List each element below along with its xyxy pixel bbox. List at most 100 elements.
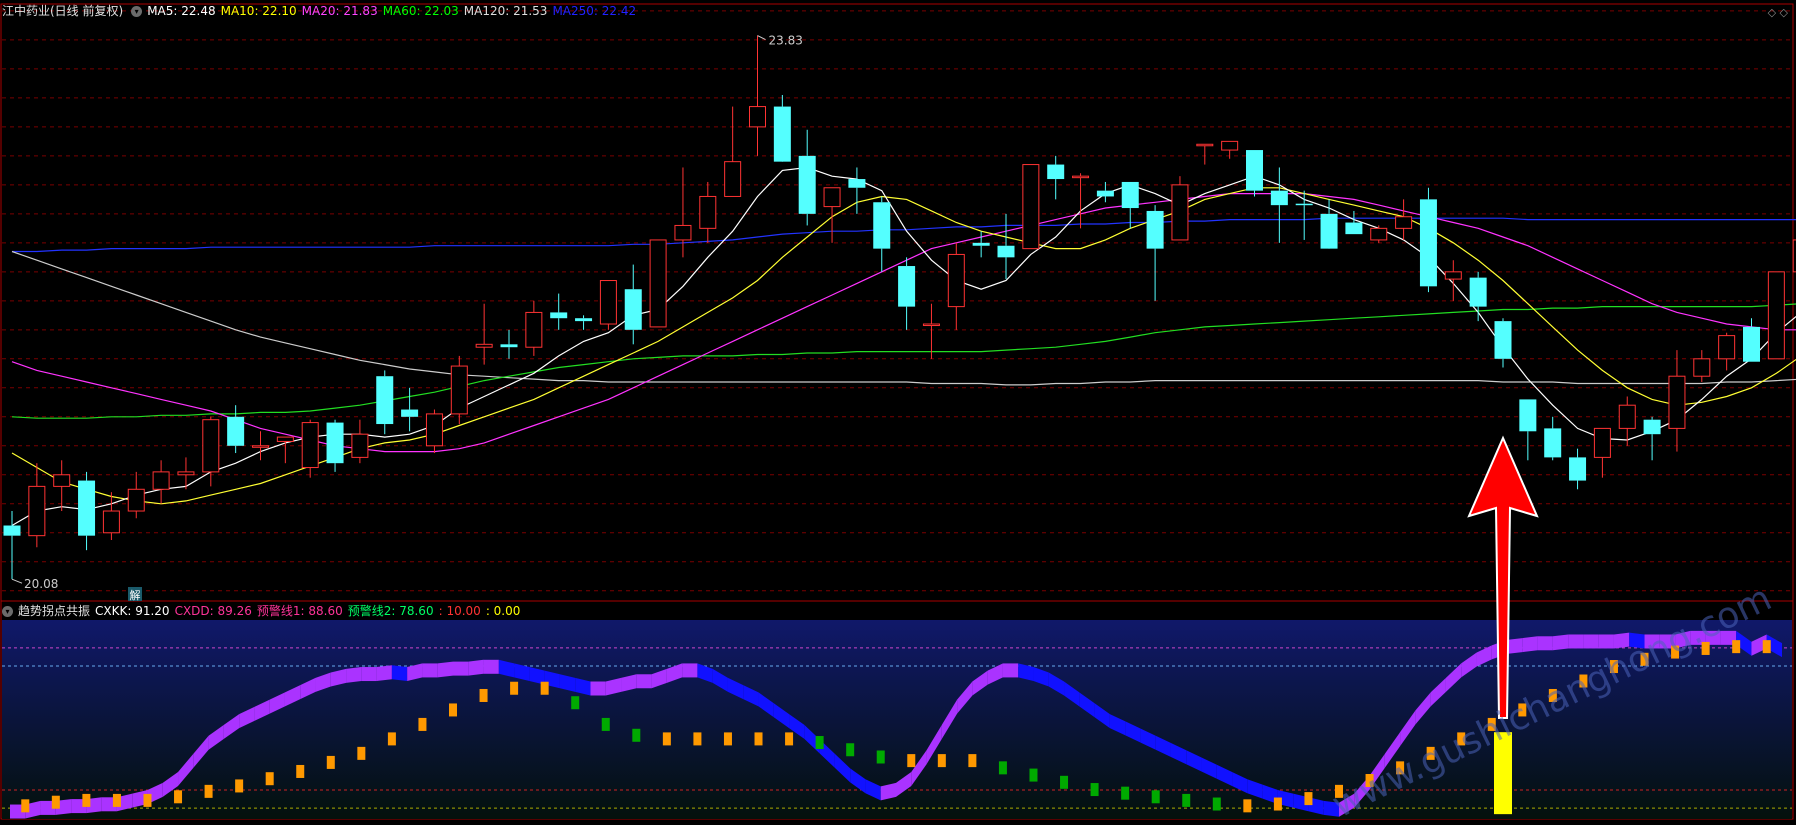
cxdd-dot (968, 754, 977, 768)
cxdd-dot (479, 688, 488, 702)
cxdd-dot (937, 754, 946, 768)
cxdd-dot (1060, 775, 1069, 789)
candle (599, 280, 617, 330)
cxdd-dot (418, 717, 427, 731)
candle-body-up (425, 413, 443, 447)
cxdd-dot (693, 732, 702, 746)
cxdd-dot (174, 790, 183, 804)
cxkk-ribbon-segment (483, 659, 499, 674)
cxdd-dot (82, 793, 91, 807)
cxdd-dot (1151, 790, 1160, 804)
cxkk-ribbon-segment (1002, 663, 1019, 678)
candle-body-up (1593, 427, 1611, 458)
candle-body-down (1743, 326, 1760, 362)
cxkk-ribbon-segment (468, 659, 484, 676)
indicator-label-3: 预警线2: 78.60 (347, 604, 434, 618)
candle-body-up (724, 161, 742, 197)
ma-label-3: MA60: 22.03 (382, 4, 459, 18)
candle-body-down (1345, 222, 1363, 235)
cxkk-ribbon-segment (1552, 634, 1569, 651)
candle-body-up (599, 280, 617, 325)
cxdd-dot (1090, 783, 1099, 797)
candle-body-down (500, 344, 518, 348)
cxdd-dot (571, 696, 580, 710)
low-price-label: 20.08 (24, 577, 58, 591)
candle-body-up (1395, 216, 1413, 229)
candle-body-up (1171, 184, 1189, 241)
cxdd-dot (143, 793, 152, 807)
cxdd-dot (51, 795, 60, 809)
candle-body-up (922, 323, 940, 327)
stock-title: 江中药业(日线 前复权) (2, 4, 124, 18)
candle-body-up (749, 106, 766, 128)
ma-label-2: MA20: 21.83 (301, 4, 378, 18)
candle-body-up (1668, 375, 1686, 429)
candle-body-up (1618, 404, 1636, 429)
candle-body-down (848, 179, 866, 188)
candle-body-down (1569, 457, 1587, 481)
candle (1022, 164, 1040, 250)
indicator-label-1: CXDD: 89.26 (174, 604, 252, 618)
cxdd-dot (449, 703, 457, 717)
candle-body-down (624, 289, 642, 330)
cxkk-ribbon-segment (1507, 638, 1523, 654)
collapse-icon[interactable]: ▾ (131, 6, 143, 17)
candle (1370, 225, 1388, 243)
candle-body-down (575, 318, 593, 322)
candle (1419, 187, 1437, 293)
corner-glyph: ◇ ◇ (1768, 6, 1789, 19)
indicator-label-0: CXKK: 91.20 (95, 604, 170, 618)
indicator-label-5: : 0.00 (485, 604, 521, 618)
candle (1767, 271, 1785, 360)
cxdd-dot (876, 750, 885, 764)
candle-body-down (326, 422, 344, 464)
cxkk-ribbon-segment (361, 667, 377, 682)
cxdd-dot (1762, 640, 1771, 654)
cxdd-dot (1212, 797, 1221, 811)
cxkk-ribbon-segment (1537, 636, 1553, 651)
candle-body-down (898, 266, 916, 307)
cxdd-dot (998, 761, 1007, 775)
candle (450, 355, 468, 425)
candle-body-up (1767, 271, 1785, 360)
cxkk-ribbon-segment (1522, 636, 1538, 653)
candle (1246, 150, 1263, 197)
cxkk-ribbon-segment (1583, 634, 1599, 649)
cxkk-ribbon-segment (437, 661, 453, 678)
candle-body-down (1643, 419, 1661, 435)
cxdd-dot (21, 799, 30, 813)
candle-body-down (972, 242, 990, 246)
candle-body-up (1693, 358, 1711, 377)
cxdd-dot (387, 732, 396, 746)
candle-body-down (873, 202, 891, 249)
cxdd-dot (265, 772, 274, 786)
high-price-label: 23.83 (769, 34, 803, 48)
candle-body-up (177, 471, 195, 476)
candle-body-down (1121, 181, 1139, 209)
collapse-icon[interactable]: ▾ (2, 606, 13, 617)
cxkk-ribbon-segment (346, 667, 362, 683)
candle-body-down (1047, 164, 1065, 180)
candle-body-up (525, 311, 543, 348)
candle-body-down (78, 480, 96, 536)
candle-body-up (649, 239, 667, 328)
cxdd-dot (510, 681, 519, 695)
candle-body-up (152, 471, 170, 490)
candle-body-up (1072, 175, 1090, 179)
candle (1171, 176, 1189, 241)
cxdd-dot (296, 764, 305, 778)
candle-body-down (3, 525, 21, 536)
cxkk-ribbon-segment (590, 681, 606, 696)
candle-body-up (53, 474, 71, 487)
cxkk-ribbon-segment (1568, 634, 1584, 649)
cxdd-dot (723, 732, 732, 746)
candle-body-down (773, 106, 791, 162)
candle-body-up (1718, 335, 1736, 360)
indicator-title: 趋势拐点共振 (18, 604, 91, 618)
cxdd-dot (1732, 640, 1741, 654)
candle-body-down (1096, 190, 1114, 197)
cxdd-dot (1243, 799, 1252, 813)
indicator-label-2: 预警线1: 88.60 (256, 604, 343, 618)
candle-body-down (1419, 199, 1437, 287)
candle-body-down (1494, 321, 1512, 359)
